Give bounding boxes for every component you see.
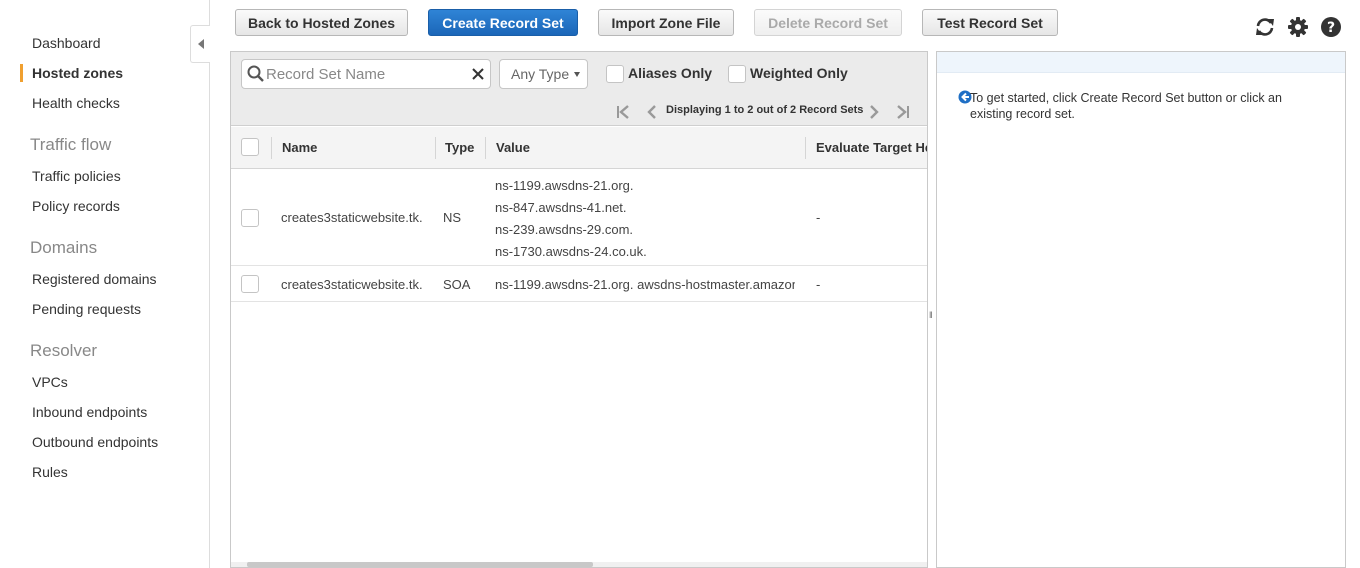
- grid-header: Name Type Value Evaluate Target He: [231, 127, 927, 169]
- sidebar-item-policy-records[interactable]: Policy records: [32, 198, 120, 214]
- table-row[interactable]: creates3staticwebsite.tk. SOA ns-1199.aw…: [231, 267, 927, 302]
- panel-splitter-handle[interactable]: ǁ: [929, 310, 933, 320]
- aliases-only-label: Aliases Only: [628, 65, 713, 81]
- help-message: To get started, click Create Record Set …: [970, 91, 1282, 121]
- filter-bar: Any Type Aliases Only Weighted Only Disp…: [231, 52, 927, 126]
- row-checkbox[interactable]: [241, 209, 259, 227]
- record-sets-panel: Any Type Aliases Only Weighted Only Disp…: [230, 51, 928, 568]
- chevron-left-icon: [197, 39, 204, 49]
- previous-page-icon[interactable]: [646, 105, 658, 119]
- record-type: NS: [443, 210, 462, 225]
- record-value-line: ns-847.awsdns-41.net.: [495, 200, 627, 215]
- delete-record-set-button[interactable]: Delete Record Set: [754, 9, 902, 36]
- sidebar-item-pending-requests[interactable]: Pending requests: [32, 301, 141, 317]
- section-domains: Domains: [30, 238, 98, 257]
- record-evaluate-health: -: [816, 210, 821, 225]
- pager-text: Displaying 1 to 2 out of 2 Record Sets: [666, 104, 864, 116]
- column-separator: [435, 137, 436, 159]
- sidebar-item-health-checks[interactable]: Health checks: [32, 95, 120, 111]
- record-evaluate-health: -: [816, 277, 821, 292]
- svg-text:?: ?: [1327, 20, 1335, 36]
- weighted-only-checkbox[interactable]: [728, 65, 746, 83]
- row-checkbox[interactable]: [241, 275, 259, 293]
- select-all-checkbox[interactable]: [241, 138, 259, 156]
- import-zone-file-button[interactable]: Import Zone File: [598, 9, 734, 36]
- first-page-icon[interactable]: [616, 105, 632, 119]
- section-traffic-flow: Traffic flow: [30, 135, 112, 154]
- column-separator: [805, 137, 806, 159]
- sidebar-item-dashboard[interactable]: Dashboard: [32, 35, 101, 51]
- sidebar-item-traffic-policies[interactable]: Traffic policies: [32, 168, 121, 184]
- record-value-line: ns-1730.awsdns-24.co.uk.: [495, 244, 647, 259]
- column-separator: [271, 137, 272, 159]
- column-separator: [485, 137, 486, 159]
- next-page-icon[interactable]: [868, 105, 880, 119]
- column-header-value[interactable]: Value: [496, 140, 530, 155]
- table-row[interactable]: creates3staticwebsite.tk. NS ns-1199.aws…: [231, 170, 927, 266]
- back-to-hosted-zones-button[interactable]: Back to Hosted Zones: [235, 9, 408, 36]
- scrollbar-thumb[interactable]: [247, 562, 593, 567]
- horizontal-scrollbar[interactable]: [231, 562, 927, 567]
- type-filter-select[interactable]: Any Type: [499, 59, 588, 89]
- column-header-name[interactable]: Name: [282, 140, 317, 155]
- chevron-down-icon: [574, 72, 580, 77]
- active-indicator: [20, 64, 23, 82]
- weighted-only-label: Weighted Only: [750, 65, 848, 81]
- create-record-set-button[interactable]: Create Record Set: [428, 9, 578, 36]
- details-panel: To get started, click Create Record Set …: [936, 51, 1346, 568]
- sidebar-item-vpcs[interactable]: VPCs: [32, 374, 68, 390]
- sidebar-item-inbound-endpoints[interactable]: Inbound endpoints: [32, 404, 147, 420]
- record-value-line: ns-1199.awsdns-21.org. awsdns-hostmaster…: [495, 277, 795, 292]
- type-filter-value: Any Type: [511, 66, 570, 82]
- sidebar-item-rules[interactable]: Rules: [32, 464, 68, 480]
- last-page-icon[interactable]: [894, 105, 910, 119]
- search-icon: [247, 65, 264, 82]
- search-box[interactable]: [241, 59, 491, 89]
- help-icon[interactable]: ?: [1320, 16, 1342, 38]
- sidebar-item-outbound-endpoints[interactable]: Outbound endpoints: [32, 434, 158, 450]
- record-name: creates3staticwebsite.tk.: [281, 210, 423, 225]
- record-set-name-input[interactable]: [266, 64, 466, 84]
- test-record-set-button[interactable]: Test Record Set: [922, 9, 1058, 36]
- column-header-evaluate-target-health[interactable]: Evaluate Target He: [816, 140, 927, 155]
- record-type: SOA: [443, 277, 471, 292]
- sidebar-item-registered-domains[interactable]: Registered domains: [32, 271, 157, 287]
- record-name: creates3staticwebsite.tk.: [281, 277, 423, 292]
- column-header-type[interactable]: Type: [445, 140, 474, 155]
- sidebar-item-hosted-zones[interactable]: Hosted zones: [32, 65, 123, 81]
- clear-search-icon[interactable]: [471, 67, 485, 81]
- refresh-icon[interactable]: [1254, 16, 1276, 38]
- section-resolver: Resolver: [30, 341, 98, 360]
- gear-icon[interactable]: [1287, 16, 1309, 38]
- sidebar: Dashboard Hosted zones Health checks Tra…: [0, 0, 210, 568]
- record-value-line: ns-239.awsdns-29.com.: [495, 222, 634, 237]
- record-value-line: ns-1199.awsdns-21.org.: [495, 178, 634, 193]
- aliases-only-checkbox[interactable]: [606, 65, 624, 83]
- details-panel-header: [937, 52, 1345, 73]
- collapse-sidebar-button[interactable]: [190, 25, 210, 63]
